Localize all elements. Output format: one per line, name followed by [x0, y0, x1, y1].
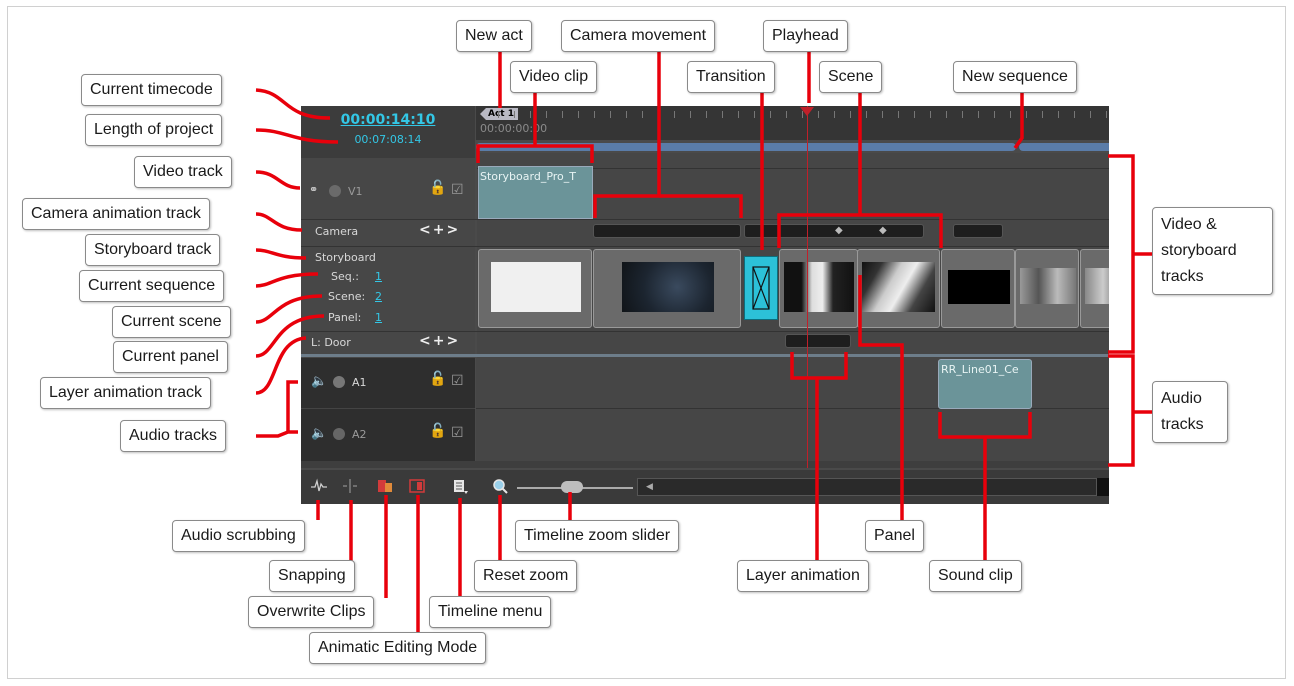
callout-current-scene: Current scene — [112, 306, 231, 338]
callout-layer-animation: Layer animation — [737, 560, 869, 592]
callout-timeline-menu: Timeline menu — [429, 596, 552, 628]
callout-playhead: Playhead — [763, 20, 848, 52]
callout-camera-movement: Camera movement — [561, 20, 716, 52]
callout-video-storyboard-tracks: Video & storyboard tracks — [1152, 207, 1273, 295]
callout-video-clip: Video clip — [510, 61, 598, 93]
callout-video-track: Video track — [134, 156, 232, 188]
callout-audio-tracks-right: Audio tracks — [1152, 381, 1228, 443]
callout-reset-zoom: Reset zoom — [474, 560, 578, 592]
callout-current-timecode: Current timecode — [81, 74, 222, 106]
callout-length-of-project: Length of project — [85, 114, 223, 146]
callout-current-panel: Current panel — [113, 341, 228, 373]
callout-storyboard-track: Storyboard track — [85, 234, 221, 266]
callout-audio-tracks-left: Audio tracks — [120, 420, 227, 452]
callout-layer-animation-track: Layer animation track — [40, 377, 211, 409]
callout-snapping: Snapping — [269, 560, 355, 592]
callout-timeline-zoom-slider: Timeline zoom slider — [515, 520, 680, 552]
callout-sound-clip: Sound clip — [929, 560, 1022, 592]
callout-scene: Scene — [819, 61, 883, 93]
callout-camera-animation-track: Camera animation track — [22, 198, 210, 230]
callout-audio-scrubbing: Audio scrubbing — [172, 520, 305, 552]
callout-animatic-editing-mode: Animatic Editing Mode — [309, 632, 487, 664]
callout-panel: Panel — [865, 520, 924, 552]
callout-transition: Transition — [687, 61, 775, 93]
callout-new-sequence: New sequence — [953, 61, 1077, 93]
callout-overwrite-clips: Overwrite Clips — [248, 596, 375, 628]
callout-current-sequence: Current sequence — [79, 270, 225, 302]
callout-new-act: New act — [456, 20, 532, 52]
